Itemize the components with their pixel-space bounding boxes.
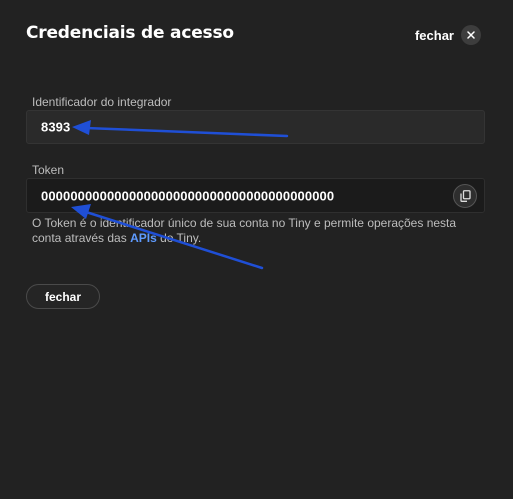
token-label: Token: [32, 163, 65, 177]
help-text-after: do Tiny.: [156, 231, 202, 245]
integrator-label: Identificador do integrador: [32, 95, 172, 109]
header-close-button[interactable]: fechar: [415, 25, 481, 45]
footer-close-button[interactable]: fechar: [26, 284, 100, 309]
integrator-field[interactable]: 8393: [26, 110, 485, 144]
copy-icon[interactable]: [453, 183, 477, 208]
modal-title: Credenciais de acesso: [26, 23, 234, 43]
apis-link[interactable]: APIs: [130, 231, 157, 245]
token-help-text: O Token é o identificador único de sua c…: [32, 216, 482, 246]
integrator-value: 8393: [41, 119, 71, 135]
token-field[interactable]: 0000000000000000000000000000000000000000: [26, 178, 485, 213]
help-text-before: O Token é o identificador único de sua c…: [32, 216, 457, 245]
close-icon[interactable]: [461, 25, 481, 45]
header-close-label: fechar: [414, 27, 454, 43]
annotation-arrows: [71, 120, 289, 270]
token-value: 0000000000000000000000000000000000000000: [41, 188, 335, 203]
